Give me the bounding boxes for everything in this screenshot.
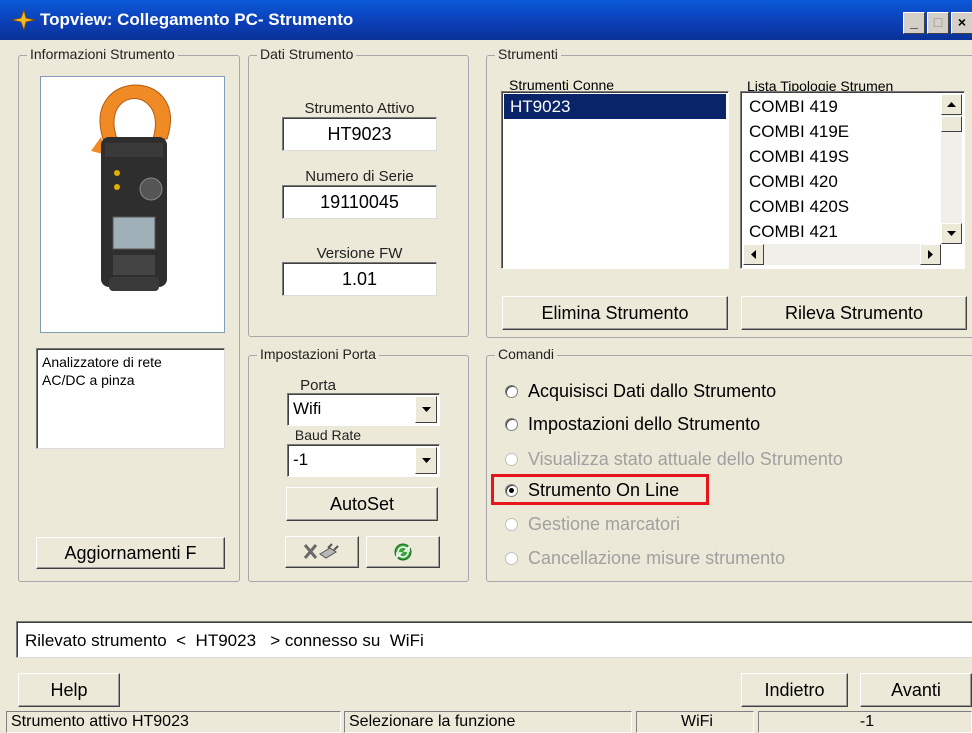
serial-number-label: Numero di Serie — [305, 168, 414, 185]
baud-rate-select[interactable]: -1 — [287, 444, 440, 477]
baud-dropdown-button[interactable] — [415, 447, 437, 474]
refresh-icon — [394, 543, 412, 561]
chevron-down-icon — [421, 406, 431, 412]
next-button[interactable]: Avanti — [860, 673, 972, 707]
radio-button-icon — [505, 517, 518, 531]
firmware-version-label: Versione FW — [316, 245, 403, 262]
arrow-right-icon — [927, 250, 933, 259]
instrument-types-list[interactable]: COMBI 419 COMBI 419E COMBI 419S COMBI 42… — [740, 91, 965, 269]
chevron-down-icon — [421, 457, 431, 463]
active-instrument-label: Strumento Attivo — [304, 100, 415, 117]
title-bar[interactable]: Topview: Collegamento PC- Strumento _ □ … — [0, 0, 972, 40]
app-window: Topview: Collegamento PC- Strumento _ □ … — [0, 0, 972, 733]
arrow-left-icon — [750, 250, 756, 259]
info-group-label: Informazioni Strumento — [27, 46, 178, 62]
status-connection: WiFi — [636, 711, 754, 733]
clamp-meter-icon — [91, 84, 171, 291]
list-item[interactable]: COMBI 419 — [743, 94, 939, 119]
radio-label: Gestione marcatori — [528, 513, 681, 534]
status-hint: Selezionare la funzione — [344, 711, 632, 733]
radio-acquire-data[interactable]: Acquisisci Dati dallo Strumento — [505, 378, 776, 404]
data-group-label: Dati Strumento — [257, 46, 357, 62]
detect-instrument-button[interactable]: Rileva Strumento — [741, 296, 967, 330]
scroll-up-button[interactable] — [941, 94, 962, 115]
tools-plug-icon — [303, 543, 339, 559]
connected-instruments-list[interactable]: HT9023 — [501, 91, 729, 269]
list-item[interactable]: COMBI 420 — [743, 169, 939, 194]
radio-instrument-settings[interactable]: Impostazioni dello Strumento — [505, 411, 760, 437]
help-button[interactable]: Help — [18, 673, 120, 707]
arrow-down-icon — [947, 230, 956, 236]
list-item[interactable]: COMBI 419E — [743, 119, 939, 144]
message-field: Rilevato strumento < HT9023 > connesso s… — [16, 621, 972, 658]
radio-view-status: Visualizza stato attuale dello Strumento — [505, 446, 843, 472]
maximize-button[interactable]: □ — [927, 12, 949, 34]
active-instrument-field: HT9023 — [282, 117, 437, 151]
port-dropdown-button[interactable] — [415, 396, 437, 423]
app-lightning-icon — [11, 9, 36, 31]
radio-label: Cancellazione misure strumento — [528, 547, 786, 568]
radio-button-icon — [505, 452, 518, 466]
remove-instrument-button[interactable]: Elimina Strumento — [502, 296, 728, 330]
update-firmware-button[interactable]: Aggiornamenti F — [36, 537, 225, 569]
scroll-down-button[interactable] — [941, 223, 962, 244]
list-item[interactable]: COMBI 421 — [743, 219, 939, 244]
radio-button-icon[interactable] — [505, 417, 518, 431]
horizontal-scrollbar[interactable] — [743, 244, 941, 265]
port-label: Porta — [300, 377, 336, 394]
baud-rate-label: Baud Rate — [294, 427, 362, 443]
refresh-button[interactable] — [366, 536, 440, 568]
firmware-version-field: 1.01 — [282, 262, 437, 296]
port-select[interactable]: Wifi — [287, 393, 440, 426]
baud-rate-value: -1 — [293, 450, 309, 469]
arrow-up-icon — [947, 101, 956, 107]
radio-label: Impostazioni dello Strumento — [528, 413, 761, 434]
instrument-description: Analizzatore di rete AC/DC a pinza — [42, 354, 162, 388]
back-button[interactable]: Indietro — [741, 673, 848, 707]
minimize-button[interactable]: _ — [903, 12, 925, 34]
scroll-left-button[interactable] — [743, 244, 764, 265]
status-bar: Strumento attivo HT9023 Selezionare la f… — [0, 711, 972, 733]
serial-number-field: 19110045 — [282, 185, 437, 219]
connection-tools-button[interactable] — [285, 536, 359, 568]
list-item[interactable]: COMBI 420S — [743, 194, 939, 219]
commands-group: Comandi Acquisisci Dati dallo Strumento … — [486, 346, 972, 582]
vertical-scrollbar[interactable] — [941, 94, 962, 244]
status-baud: -1 — [758, 711, 972, 733]
radio-label: Acquisisci Dati dallo Strumento — [528, 380, 777, 401]
status-active-instrument: Strumento attivo HT9023 — [6, 711, 341, 733]
window-title: Topview: Collegamento PC- Strumento — [40, 10, 354, 29]
list-item[interactable]: COMBI 419S — [743, 144, 939, 169]
instruments-group-label: Strumenti — [495, 46, 561, 62]
autoset-button[interactable]: AutoSet — [286, 487, 438, 521]
scroll-thumb[interactable] — [941, 116, 962, 132]
radio-delete-measures: Cancellazione misure strumento — [505, 545, 785, 571]
radio-button-icon[interactable] — [505, 384, 518, 398]
radio-button-icon[interactable] — [505, 483, 518, 497]
port-value: Wifi — [293, 399, 322, 418]
radio-online[interactable]: Strumento On Line — [505, 477, 679, 503]
close-button[interactable]: × — [951, 12, 972, 34]
scroll-right-button[interactable] — [920, 244, 941, 265]
list-item[interactable]: HT9023 — [504, 94, 726, 119]
radio-label: Visualizza stato attuale dello Strumento — [528, 448, 843, 469]
description-box: Analizzatore di rete AC/DC a pinza — [36, 348, 225, 449]
instrument-photo — [40, 76, 225, 333]
port-group-label: Impostazioni Porta — [257, 346, 379, 362]
commands-group-label: Comandi — [495, 346, 558, 362]
radio-markers: Gestione marcatori — [505, 511, 680, 537]
radio-label: Strumento On Line — [528, 479, 680, 500]
radio-button-icon — [505, 551, 518, 565]
